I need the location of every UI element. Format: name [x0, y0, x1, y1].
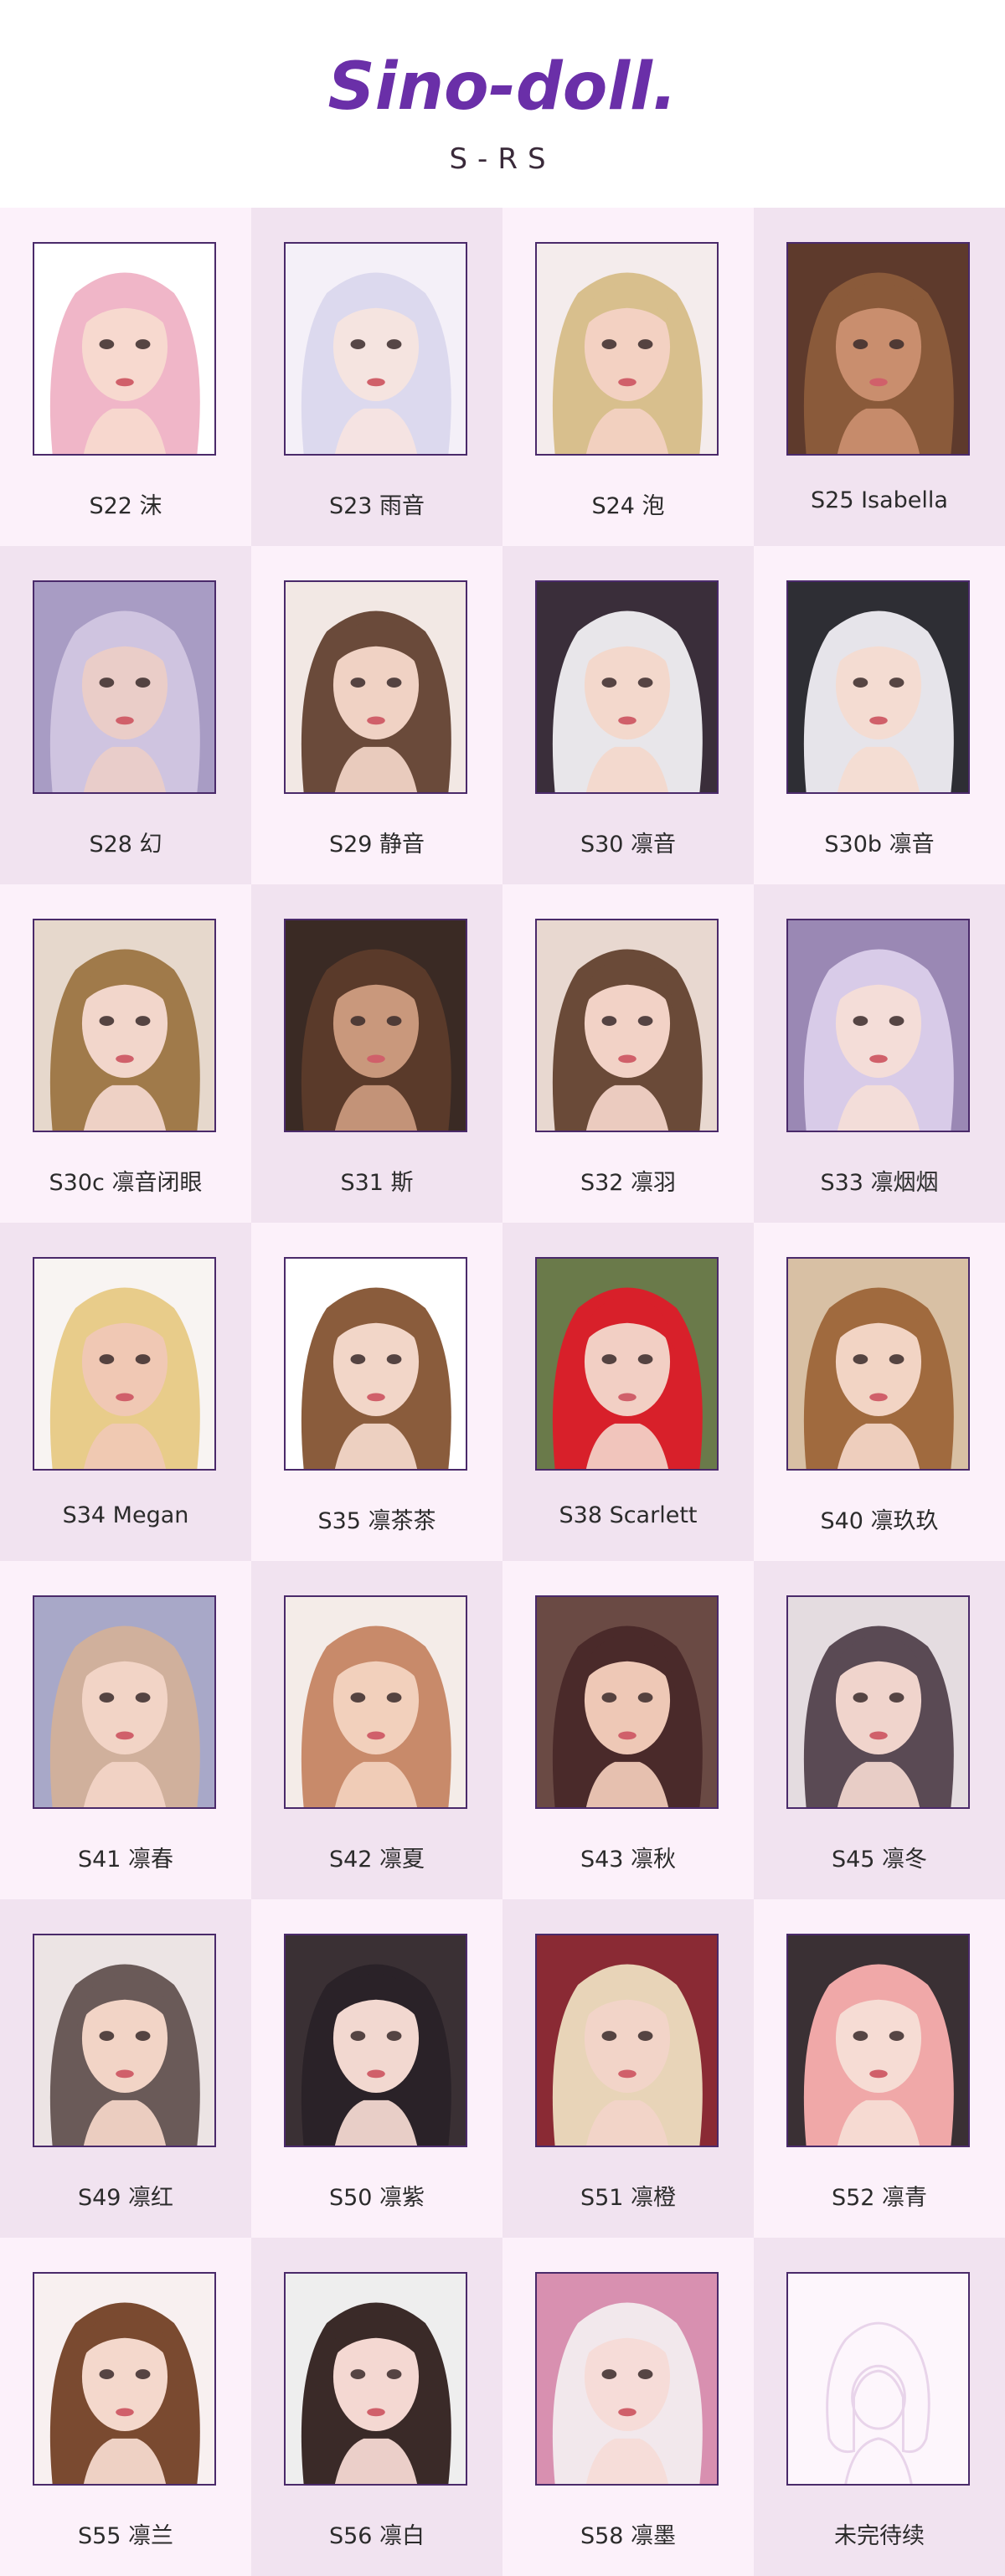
product-photo[interactable]	[786, 1934, 970, 2147]
product-name: S23 雨音	[328, 493, 425, 519]
product-card[interactable]: S52 凛青	[754, 1899, 1005, 2238]
brand-logo[interactable]: Sino-doll.	[0, 32, 1005, 141]
product-photo[interactable]	[33, 242, 216, 456]
product-photo[interactable]	[535, 580, 719, 794]
product-name: 未完待续	[834, 2523, 925, 2549]
product-photo[interactable]	[786, 580, 970, 794]
product-photo[interactable]	[284, 1934, 467, 2147]
product-name: S52 凛青	[831, 2185, 928, 2211]
product-name: S32 凛羽	[580, 1170, 677, 1196]
product-card[interactable]: S22 沫	[0, 208, 251, 546]
product-photo[interactable]	[284, 919, 467, 1132]
product-name: S22 沫	[89, 493, 162, 519]
product-photo[interactable]	[33, 1595, 216, 1809]
series-title: S-RS	[449, 142, 556, 176]
product-name: S30b 凛音	[824, 832, 935, 858]
product-photo[interactable]	[284, 580, 467, 794]
product-card[interactable]: S40 凛玖玖	[754, 1223, 1005, 1561]
product-photo[interactable]	[535, 242, 719, 456]
product-card[interactable]: S56 凛白	[251, 2238, 502, 2576]
product-photo[interactable]	[535, 919, 719, 1132]
product-photo[interactable]	[284, 1257, 467, 1471]
product-photo[interactable]	[535, 2272, 719, 2486]
product-card[interactable]: S35 凛茶茶	[251, 1223, 502, 1561]
product-name: S31 斯	[340, 1170, 414, 1196]
product-name: S28 幻	[89, 832, 162, 858]
product-card[interactable]: S50 凛紫	[251, 1899, 502, 2238]
product-photo[interactable]	[786, 242, 970, 456]
product-card[interactable]: S23 雨音	[251, 208, 502, 546]
product-photo[interactable]	[535, 1595, 719, 1809]
product-name: S42 凛夏	[328, 1847, 425, 1873]
product-grid: S22 沫 S23 雨音 S24 泡 S25 Isabella S28 幻 S29 静音 S…	[0, 208, 1005, 2576]
product-photo[interactable]	[284, 242, 467, 456]
product-name: S38 Scarlett	[559, 1502, 698, 1528]
product-name: S56 凛白	[328, 2523, 425, 2549]
product-name: S45 凛冬	[831, 1847, 928, 1873]
product-card[interactable]: S51 凛橙	[502, 1899, 754, 2238]
product-name: S51 凛橙	[580, 2185, 677, 2211]
product-card[interactable]: S25 Isabella	[754, 208, 1005, 546]
product-name: S29 静音	[328, 832, 425, 858]
product-name: S35 凛茶茶	[317, 1508, 436, 1534]
product-card[interactable]: S29 静音	[251, 546, 502, 884]
product-card[interactable]: 未完待续	[754, 2238, 1005, 2576]
product-photo[interactable]	[33, 2272, 216, 2486]
product-card[interactable]: S32 凛羽	[502, 884, 754, 1223]
page: Sino-doll. S-RS S22 沫 S23 雨音 S24 泡 S25 Isab…	[0, 0, 1005, 2576]
product-card[interactable]: S42 凛夏	[251, 1561, 502, 1899]
product-name: S50 凛紫	[328, 2185, 425, 2211]
product-photo[interactable]	[535, 1257, 719, 1471]
header: Sino-doll. S-RS	[0, 0, 1005, 208]
product-card[interactable]: S31 斯	[251, 884, 502, 1223]
product-card[interactable]: S58 凛墨	[502, 2238, 754, 2576]
product-photo[interactable]	[786, 1595, 970, 1809]
product-name: S30c 凛音闭眼	[49, 1170, 203, 1196]
product-card[interactable]: S30b 凛音	[754, 546, 1005, 884]
product-card[interactable]: S34 Megan	[0, 1223, 251, 1561]
product-name: S30 凛音	[580, 832, 677, 858]
placeholder-silhouette[interactable]	[786, 2272, 970, 2486]
product-card[interactable]: S41 凛春	[0, 1561, 251, 1899]
product-photo[interactable]	[33, 1257, 216, 1471]
product-name: S49 凛红	[77, 2185, 174, 2211]
product-name: S40 凛玖玖	[820, 1508, 939, 1534]
product-photo[interactable]	[786, 919, 970, 1132]
product-photo[interactable]	[33, 919, 216, 1132]
product-card[interactable]: S24 泡	[502, 208, 754, 546]
product-photo[interactable]	[284, 2272, 467, 2486]
product-name: S34 Megan	[62, 1502, 189, 1528]
product-card[interactable]: S30c 凛音闭眼	[0, 884, 251, 1223]
product-name: S41 凛春	[77, 1847, 174, 1873]
logo-text: Sino-doll.	[328, 49, 678, 125]
product-name: S33 凛烟烟	[820, 1170, 939, 1196]
product-photo[interactable]	[33, 1934, 216, 2147]
product-card[interactable]: S49 凛红	[0, 1899, 251, 2238]
product-name: S25 Isabella	[811, 487, 948, 513]
product-name: S58 凛墨	[580, 2523, 677, 2549]
product-card[interactable]: S30 凛音	[502, 546, 754, 884]
product-card[interactable]: S45 凛冬	[754, 1561, 1005, 1899]
product-photo[interactable]	[33, 580, 216, 794]
product-photo[interactable]	[535, 1934, 719, 2147]
product-photo[interactable]	[284, 1595, 467, 1809]
product-card[interactable]: S43 凛秋	[502, 1561, 754, 1899]
product-card[interactable]: S38 Scarlett	[502, 1223, 754, 1561]
product-name: S43 凛秋	[580, 1847, 677, 1873]
product-name: S24 泡	[591, 493, 665, 519]
product-photo[interactable]	[786, 1257, 970, 1471]
product-card[interactable]: S55 凛兰	[0, 2238, 251, 2576]
product-card[interactable]: S33 凛烟烟	[754, 884, 1005, 1223]
product-card[interactable]: S28 幻	[0, 546, 251, 884]
product-name: S55 凛兰	[77, 2523, 174, 2549]
